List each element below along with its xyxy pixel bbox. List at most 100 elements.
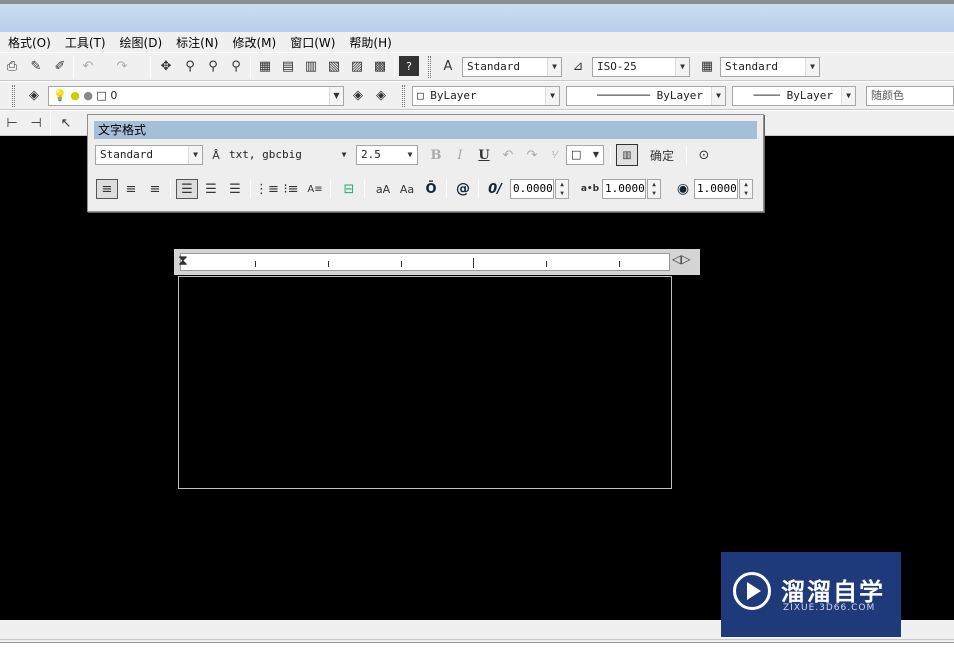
menu-tools[interactable]: 工具(T) [63, 34, 108, 51]
help-icon[interactable]: ? [399, 56, 419, 76]
calculator-icon[interactable]: ▩ [370, 56, 390, 76]
align-bottom-icon[interactable]: ☰ [224, 179, 246, 199]
chevron-down-icon[interactable]: ▼ [805, 58, 819, 76]
tool-palettes-icon[interactable]: ▥ [301, 56, 321, 76]
command-input[interactable] [0, 642, 954, 654]
leader-icon[interactable]: ↖ [56, 113, 76, 133]
menu-format[interactable]: 格式(O) [6, 34, 53, 51]
align-middle-icon[interactable]: ☰ [200, 179, 222, 199]
dim-style-icon[interactable]: ⊿ [568, 56, 588, 76]
lineweight-select[interactable]: ──── ByLayer ▼ [732, 86, 856, 106]
toolbar-grip[interactable] [428, 56, 431, 78]
insert-field-icon[interactable]: ⊟ [338, 179, 360, 199]
menu-window[interactable]: 窗口(W) [288, 34, 337, 51]
pan-icon[interactable]: ✥ [156, 56, 176, 76]
toolbar-grip[interactable] [402, 85, 405, 107]
layer-manager-icon[interactable]: ◈ [24, 85, 44, 105]
style-select[interactable]: Standard ▼ [95, 145, 203, 165]
layer-previous-icon[interactable]: ◈ [371, 85, 391, 105]
zoom-realtime-icon[interactable]: ⚲ [180, 56, 200, 76]
sheet-set-icon[interactable]: ▧ [324, 56, 344, 76]
brush-icon[interactable]: ✎ [26, 56, 46, 76]
linear-dimension-icon[interactable]: ⊢ [2, 113, 22, 133]
continue-dimension-icon[interactable]: ⊣ [26, 113, 46, 133]
align-top-icon[interactable]: ☰ [176, 179, 198, 199]
bold-button[interactable]: B [426, 145, 446, 165]
dialog-title[interactable]: 文字格式 [94, 121, 757, 139]
color-value: ByLayer [430, 89, 477, 102]
stack-icon[interactable]: ⅟ [546, 145, 562, 165]
chevron-down-icon[interactable]: ▼ [545, 87, 559, 105]
chevron-down-icon[interactable]: ▼ [403, 146, 417, 164]
zoom-window-icon[interactable]: ⚲ [203, 56, 223, 76]
redo-icon[interactable]: ↷ [522, 145, 542, 165]
separator [73, 56, 74, 78]
spinner-arrows-icon[interactable]: ▲ ▼ [739, 179, 753, 199]
lowercase-button[interactable]: Aa [396, 179, 418, 199]
dim-style-select[interactable]: ISO-25 ▼ [592, 57, 690, 77]
color-select[interactable]: □ ByLayer ▼ [412, 86, 560, 106]
font-select[interactable]: txt, gbcbig ▼ [224, 145, 352, 165]
style-value: Standard [100, 148, 153, 161]
bullet-list-icon[interactable]: ⁝≡ [280, 179, 302, 199]
text-color-select[interactable]: □ ▼ [566, 145, 604, 165]
linetype-value: ByLayer [656, 89, 703, 102]
redo-icon[interactable]: ↷ [112, 56, 132, 76]
text-style-icon[interactable]: A [438, 56, 458, 76]
uppercase-button[interactable]: aA [372, 179, 394, 199]
italic-button[interactable]: I [450, 145, 470, 165]
plot-style-select[interactable]: 随颜色 [866, 86, 954, 106]
table-style-select[interactable]: Standard ▼ [720, 57, 820, 77]
chevron-down-icon[interactable]: ▼ [675, 58, 689, 76]
mtext-editor-area[interactable] [178, 276, 672, 489]
ruler-toggle-icon[interactable]: ▥ [616, 144, 638, 166]
tracking-input[interactable]: 1.0000 ▲ ▼ [602, 179, 661, 199]
spinner-arrows-icon[interactable]: ▲ ▼ [555, 179, 569, 199]
chevron-down-icon[interactable]: ▼ [711, 87, 725, 105]
match-properties-icon[interactable]: ✐ [50, 56, 70, 76]
letter-list-icon[interactable]: A≡ [304, 179, 326, 199]
chevron-down-icon[interactable]: ▼ [841, 87, 855, 105]
width-factor-input[interactable]: 1.0000 ▲ ▼ [694, 179, 753, 199]
table-style-icon[interactable]: ▦ [697, 56, 717, 76]
chevron-down-icon[interactable]: ▼ [547, 58, 561, 76]
align-left-icon[interactable]: ≡ [96, 179, 118, 199]
text-ruler[interactable]: ⧗ ◁▷ [174, 249, 700, 275]
menu-modify[interactable]: 修改(M) [230, 34, 278, 51]
layer-select[interactable]: 💡 ● ● □ 0 ▼ [48, 86, 344, 106]
align-right-icon[interactable]: ≡ [144, 179, 166, 199]
underline-button[interactable]: U [474, 145, 494, 165]
resize-arrows-icon[interactable]: ◁▷ [672, 252, 690, 266]
chevron-down-icon[interactable]: ▼ [589, 146, 603, 164]
linetype-select[interactable]: ──────── ByLayer ▼ [566, 86, 726, 106]
make-current-icon[interactable]: ◈ [348, 85, 368, 105]
indent-marker-icon[interactable]: ⧗ [178, 251, 188, 271]
title-strip [0, 0, 954, 4]
chevron-down-icon[interactable]: ▼ [337, 146, 351, 164]
text-height-select[interactable]: 2.5 ▼ [356, 145, 418, 165]
symbol-button[interactable]: @ [452, 179, 474, 199]
zoom-previous-icon[interactable]: ⚲ [226, 56, 246, 76]
chevron-down-icon[interactable]: ▼ [188, 146, 202, 164]
text-style-select[interactable]: Standard ▼ [462, 57, 562, 77]
menu-draw[interactable]: 绘图(D) [118, 34, 165, 51]
plot-icon[interactable]: ⎙ [2, 56, 22, 76]
numbered-list-icon[interactable]: ⋮≡ [255, 179, 279, 199]
ok-button[interactable]: 确定 [644, 145, 680, 165]
spinner-arrows-icon[interactable]: ▲ ▼ [647, 179, 661, 199]
menu-help[interactable]: 帮助(H) [347, 34, 393, 51]
markup-icon[interactable]: ▨ [347, 56, 367, 76]
menu-dimension[interactable]: 标注(N) [174, 34, 220, 51]
undo-icon[interactable]: ↶ [498, 145, 518, 165]
overline-icon[interactable]: Ō [420, 179, 442, 199]
lineweight-value: ByLayer [786, 89, 833, 102]
align-center-icon[interactable]: ≡ [120, 179, 142, 199]
options-icon[interactable]: ⊙ [694, 145, 714, 165]
design-center-icon[interactable]: ▤ [278, 56, 298, 76]
properties-icon[interactable]: ▦ [255, 56, 275, 76]
oblique-angle-input[interactable]: 0.0000 ▲ ▼ [510, 179, 569, 199]
height-value: 2.5 [361, 148, 381, 161]
undo-icon[interactable]: ↶ [78, 56, 98, 76]
chevron-down-icon[interactable]: ▼ [329, 87, 343, 105]
toolbar-grip[interactable] [12, 85, 15, 107]
